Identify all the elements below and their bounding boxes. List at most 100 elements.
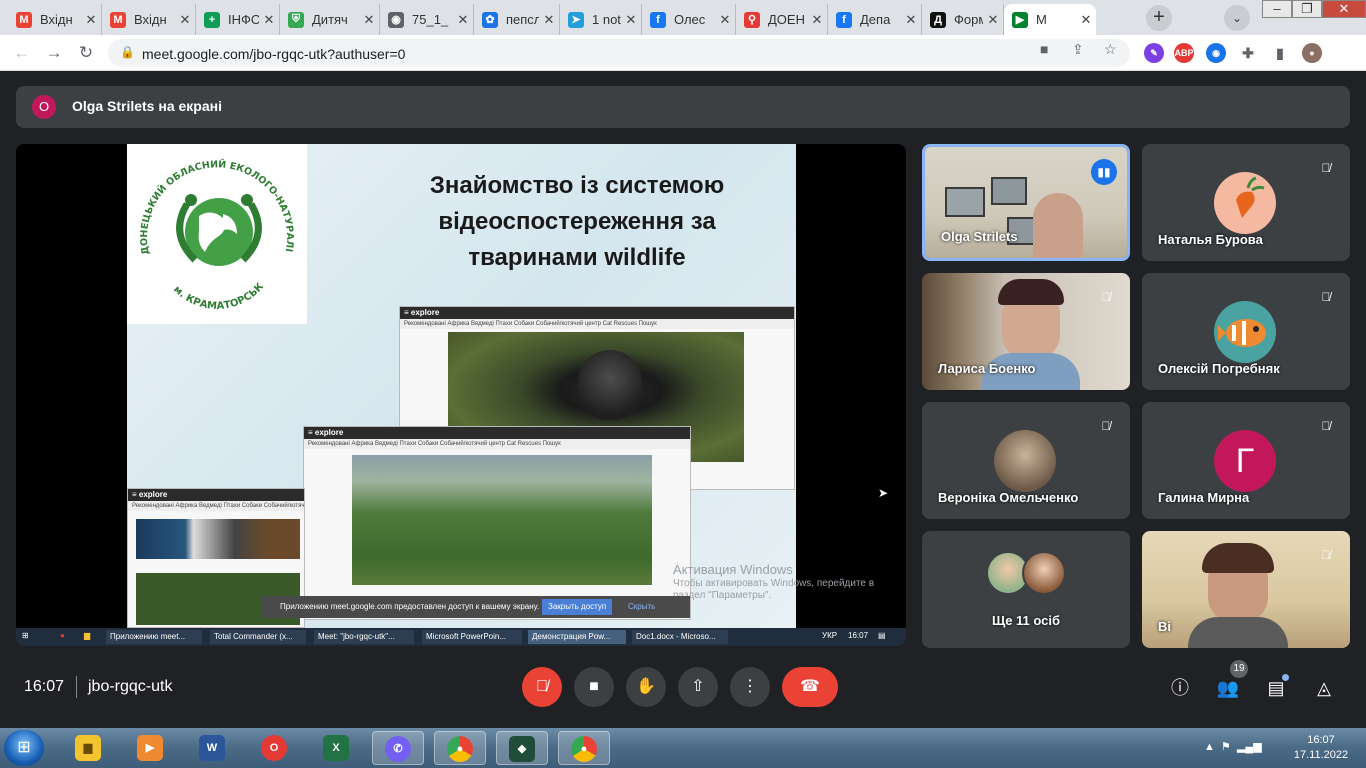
savanna-video-frame: [352, 455, 652, 585]
inner-opera-icon: ●: [60, 631, 65, 640]
maximize-button[interactable]: ❐: [1292, 0, 1322, 18]
excel-app[interactable]: X: [310, 731, 362, 765]
extension-pen-icon[interactable]: ✎: [1144, 43, 1164, 63]
browser-tab[interactable]: Д Форм✕: [922, 4, 1004, 35]
minimize-button[interactable]: –: [1262, 0, 1292, 18]
mic-off-icon: 🎙̸: [1101, 419, 1111, 433]
profile-avatar[interactable]: ●: [1302, 43, 1322, 63]
participant-name: Olga Strilets: [941, 229, 1018, 244]
back-arrow-icon[interactable]: ←: [10, 41, 34, 65]
browser-tab[interactable]: M Вхідн ✕: [102, 4, 196, 35]
tab-close-icon[interactable]: ✕: [259, 12, 279, 28]
reload-icon[interactable]: ↻: [74, 41, 98, 65]
tab-close-icon[interactable]: ✕: [359, 12, 379, 28]
participant-avatar: Г: [1214, 430, 1276, 492]
camera-in-use-icon[interactable]: ■: [1040, 41, 1048, 57]
presenter-avatar: O: [32, 95, 56, 119]
hide-notice-button[interactable]: Скрыть: [628, 599, 655, 615]
tab-close-icon[interactable]: ✕: [901, 12, 921, 28]
chrome-profile-app[interactable]: ●: [558, 731, 610, 765]
tab-favicon-icon: ✿: [482, 11, 498, 28]
share-icon[interactable]: ⇪: [1072, 41, 1084, 58]
present-screen-button[interactable]: ⇧: [678, 667, 718, 707]
tab-close-icon[interactable]: ✕: [539, 12, 559, 28]
bookmark-star-icon[interactable]: ☆: [1104, 41, 1117, 58]
side-panel-icon[interactable]: ▮: [1270, 43, 1290, 63]
browser-tab[interactable]: ⛨ Дитяч ✕: [280, 4, 380, 35]
participant-tile-vi[interactable]: 🎙̸ Ві: [1142, 531, 1350, 648]
camera-toggle-button[interactable]: ■: [574, 667, 614, 707]
leave-call-button[interactable]: ☎: [782, 667, 838, 707]
app-green[interactable]: ◆: [496, 731, 548, 765]
start-button[interactable]: ⊞: [4, 730, 44, 766]
tab-close-icon[interactable]: ✕: [81, 12, 101, 28]
tab-search-chevron-icon[interactable]: ⌄: [1224, 5, 1250, 31]
close-window-button[interactable]: ✕: [1322, 0, 1366, 18]
browser-tab[interactable]: f Депа ✕: [828, 4, 922, 35]
slide-title-line: тваринами wildlife: [468, 244, 686, 271]
inner-notification-icon: ▤: [878, 631, 886, 640]
tab-close-icon[interactable]: ✕: [621, 12, 641, 28]
slide-title-line: Знайомство із системою: [429, 172, 725, 199]
media-player-app[interactable]: ▶: [124, 731, 176, 765]
meeting-clock: 16:07: [24, 678, 65, 695]
browser-tab[interactable]: ✿ пепсл ✕: [474, 4, 560, 35]
tab-close-icon[interactable]: ✕: [453, 12, 473, 28]
participant-avatar: [1214, 172, 1276, 234]
explore-brand: ≡ explore: [400, 307, 794, 319]
chrome-app[interactable]: ●: [434, 731, 486, 765]
inner-task: Демонстрация Pow...: [528, 630, 626, 644]
tab-close-icon[interactable]: ✕: [983, 12, 1003, 28]
browser-tab[interactable]: ◉ 75_1_ ✕: [380, 4, 474, 35]
tab-favicon-icon: ➤: [568, 11, 584, 28]
mic-toggle-button[interactable]: 🎙̸: [522, 667, 562, 707]
activities-icon[interactable]: ◬: [1310, 674, 1338, 702]
more-participants-tile[interactable]: Ще 11 осіб: [922, 531, 1130, 648]
browser-tab[interactable]: ▶ М ✕: [1004, 4, 1096, 35]
tab-close-icon[interactable]: ✕: [715, 12, 735, 28]
participant-avatar: [1022, 551, 1066, 595]
browser-tab[interactable]: + ІНФО ✕: [196, 4, 280, 35]
people-icon[interactable]: 👥: [1214, 674, 1242, 702]
inner-task: Doc1.docx - Microso...: [632, 630, 728, 644]
word-app[interactable]: W: [186, 731, 238, 765]
tab-close-icon[interactable]: ✕: [1076, 12, 1096, 28]
extension-circle-icon[interactable]: ◉: [1206, 43, 1226, 63]
viber-app[interactable]: ✆: [372, 731, 424, 765]
participant-tile-larysa[interactable]: 🎙̸ Лариса Боенко: [922, 273, 1130, 390]
participant-tile-halyna[interactable]: 🎙̸ Г Галина Мирна: [1142, 402, 1350, 519]
new-tab-button[interactable]: +: [1146, 5, 1172, 31]
participant-tile-veronika[interactable]: 🎙̸ Вероніка Омельченко: [922, 402, 1130, 519]
participant-tile-oleksii[interactable]: 🎙̸ Олексій Погребняк: [1142, 273, 1350, 390]
system-tray[interactable]: ▲ ⚑ ▂▄▆: [1204, 740, 1262, 753]
tab-favicon-icon: ◉: [388, 11, 404, 28]
browser-tab[interactable]: ⚲ ДОЕН ✕: [736, 4, 828, 35]
stop-sharing-button[interactable]: Закрыть доступ: [542, 599, 613, 615]
raise-hand-button[interactable]: ✋: [626, 667, 666, 707]
browser-tab[interactable]: M Вхідн ✕: [8, 4, 102, 35]
explore-savanna-screenshot: ≡ explore Рекомендовані Африка Ведмеді П…: [303, 426, 691, 620]
mic-off-icon: 🎙̸: [1321, 290, 1331, 304]
participant-tile-olga[interactable]: ▮▮ Olga Strilets: [922, 144, 1130, 261]
more-options-button[interactable]: ⋮: [730, 667, 770, 707]
explorer-app[interactable]: ▆: [62, 731, 114, 765]
participant-tile-natalia[interactable]: 🎙̸ Наталья Бурова: [1142, 144, 1350, 261]
taskbar-clock[interactable]: 16:07 17.11.2022: [1286, 733, 1356, 763]
participant-name: Ві: [1158, 619, 1171, 634]
browser-tab[interactable]: ➤ 1 noti ✕: [560, 4, 642, 35]
forward-arrow-icon[interactable]: →: [42, 41, 66, 65]
url-text[interactable]: meet.google.com/jbo-rgqc-utk?authuser=0: [142, 46, 405, 62]
tab-label: ДОЕН: [768, 12, 805, 27]
opera-app[interactable]: O: [248, 731, 300, 765]
puzzle-extensions-icon[interactable]: ✚: [1238, 43, 1258, 63]
adblock-extension-icon[interactable]: ABP: [1174, 43, 1194, 63]
tab-close-icon[interactable]: ✕: [807, 12, 827, 28]
shared-windows-taskbar: ⊞ ● ▆ Приложению meet... Total Commander…: [16, 628, 906, 646]
slide-title: Знайомство із системою відеоспостереженн…: [387, 168, 767, 276]
omnibox[interactable]: 🔒 meet.google.com/jbo-rgqc-utk?authuser=…: [108, 39, 1130, 67]
tab-label: Олес: [674, 12, 706, 27]
tab-close-icon[interactable]: ✕: [175, 12, 195, 28]
explore-brand: ≡ explore: [304, 427, 690, 439]
browser-tab[interactable]: f Олес ✕: [642, 4, 736, 35]
meeting-info-icon[interactable]: ⓘ: [1166, 674, 1194, 702]
